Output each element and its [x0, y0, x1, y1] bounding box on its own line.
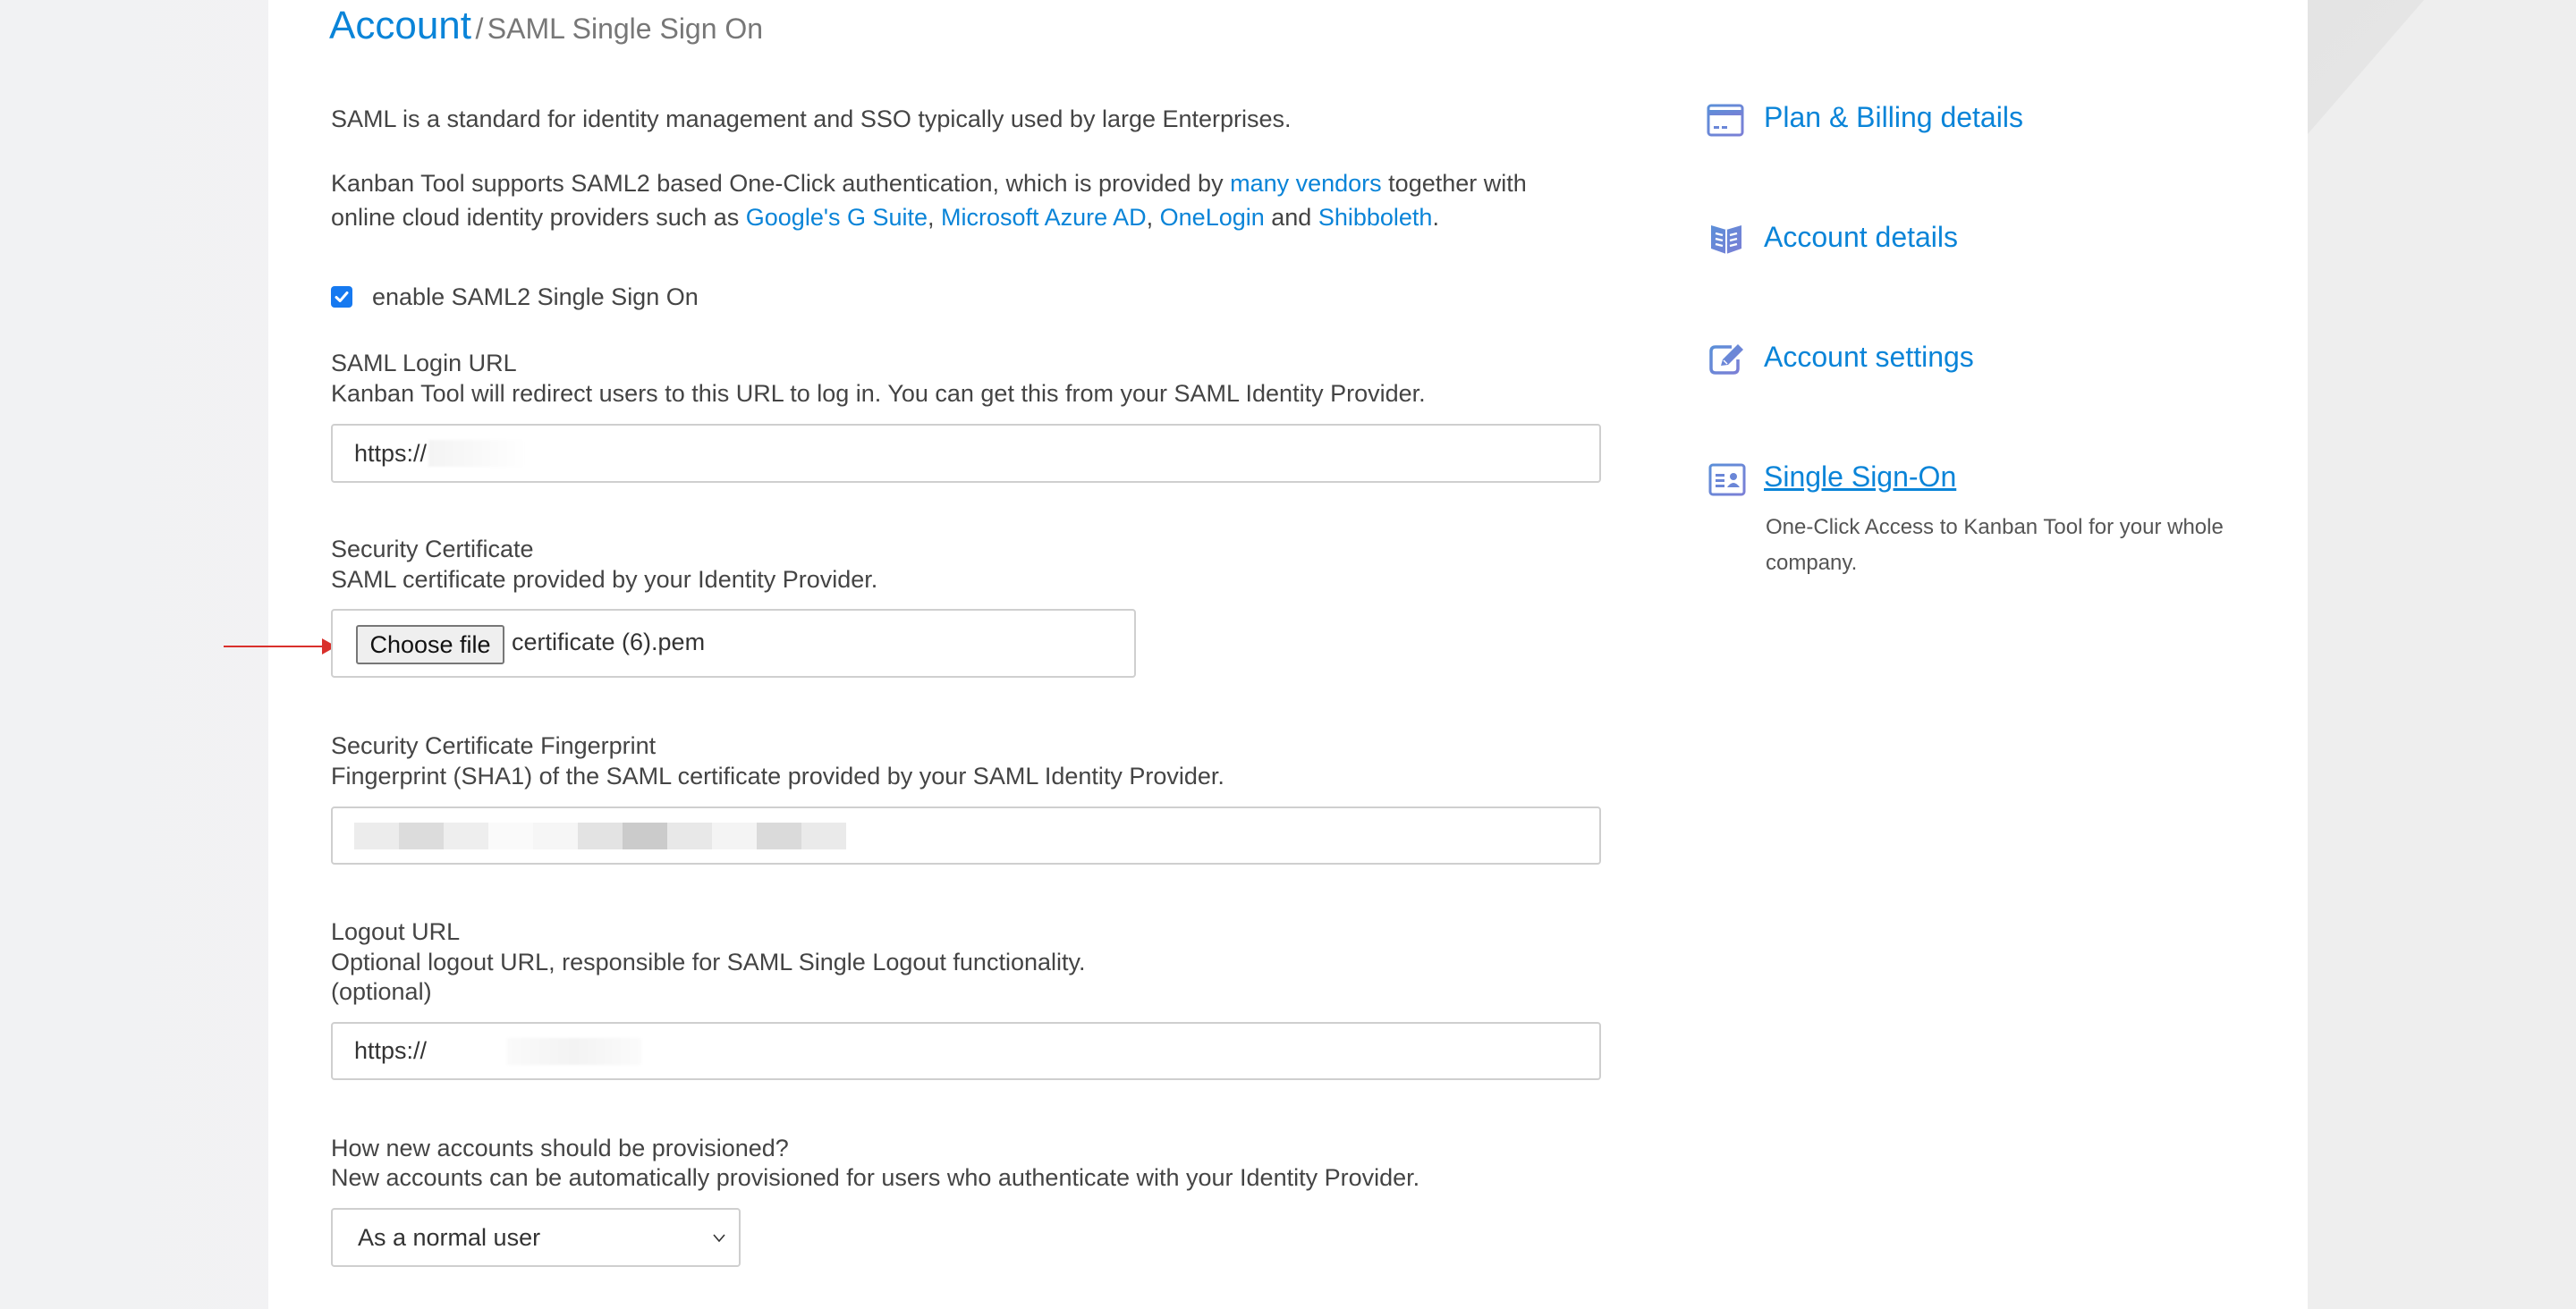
- fingerprint-description: Fingerprint (SHA1) of the SAML certifica…: [331, 763, 1224, 790]
- login-url-value: https://: [354, 439, 428, 467]
- annotation-arrow-icon: [224, 638, 336, 654]
- logout-url-input[interactable]: https://: [331, 1022, 1601, 1080]
- login-url-label: SAML Login URL: [331, 350, 517, 376]
- intro-paragraph-2-line-1: Kanban Tool supports SAML2 based One-Cli…: [331, 166, 1527, 200]
- selected-file-name: certificate (6).pem: [512, 629, 706, 655]
- breadcrumb-account-link[interactable]: Account: [329, 4, 471, 47]
- google-gsuite-link[interactable]: Google's G Suite: [746, 204, 928, 231]
- shibboleth-link[interactable]: Shibboleth: [1318, 204, 1433, 231]
- many-vendors-link[interactable]: many vendors: [1230, 170, 1382, 197]
- redacted-fingerprint: [354, 822, 846, 849]
- provisioning-selected-value: As a normal user: [358, 1223, 541, 1251]
- sidebar-item-single-sign-on[interactable]: Single Sign-On: [1764, 460, 1956, 494]
- provisioning-select[interactable]: As a normal user: [331, 1208, 741, 1267]
- redacted-text: [507, 1037, 642, 1065]
- checkmark-icon: [335, 291, 349, 302]
- sidebar-item-account-details[interactable]: Account details: [1764, 221, 1958, 254]
- logout-url-label: Logout URL: [331, 918, 461, 945]
- login-url-input[interactable]: https://: [331, 424, 1601, 483]
- breadcrumb-separator: /: [475, 13, 484, 45]
- intro-text: .: [1432, 204, 1439, 231]
- credit-card-icon: [1707, 104, 1744, 137]
- intro-paragraph-2-line-2: online cloud identity providers such as …: [331, 200, 1439, 234]
- logout-url-description: Optional logout URL, responsible for SAM…: [331, 949, 1086, 975]
- intro-paragraph-1: SAML is a standard for identity manageme…: [331, 106, 1292, 132]
- logout-url-value: https://: [354, 1037, 428, 1064]
- enable-sso-label: enable SAML2 Single Sign On: [372, 283, 699, 310]
- enable-sso-row: enable SAML2 Single Sign On: [331, 280, 699, 314]
- page-title: SAML Single Sign On: [487, 13, 764, 45]
- open-book-icon: [1711, 225, 1741, 254]
- page-background-right: [2308, 0, 2576, 1309]
- edit-pencil-icon: [1709, 344, 1743, 375]
- fingerprint-input[interactable]: [331, 807, 1601, 865]
- sidebar-item-plan-billing[interactable]: Plan & Billing details: [1764, 101, 2023, 134]
- onelogin-link[interactable]: OneLogin: [1160, 204, 1265, 231]
- breadcrumb: Account / SAML Single Sign On: [329, 4, 763, 48]
- provisioning-description: New accounts can be automatically provis…: [331, 1164, 1420, 1191]
- choose-file-button[interactable]: Choose file: [356, 625, 504, 664]
- fingerprint-label: Security Certificate Fingerprint: [331, 732, 657, 759]
- certificate-description: SAML certificate provided by your Identi…: [331, 566, 878, 593]
- intro-text: online cloud identity providers such as: [331, 204, 746, 231]
- intro-text: ,: [1146, 204, 1160, 231]
- redacted-text: [428, 440, 528, 467]
- certificate-label: Security Certificate: [331, 536, 534, 562]
- enable-sso-checkbox[interactable]: [331, 286, 352, 308]
- login-url-description: Kanban Tool will redirect users to this …: [331, 380, 1426, 407]
- intro-text: ,: [928, 204, 942, 231]
- sidebar-item-single-sign-on-description: One-Click Access to Kanban Tool for your…: [1766, 515, 2224, 575]
- intro-text: together with: [1381, 170, 1527, 197]
- id-card-icon: [1708, 463, 1746, 496]
- chevron-down-icon: [713, 1234, 725, 1243]
- microsoft-azure-ad-link[interactable]: Microsoft Azure AD: [941, 204, 1147, 231]
- certificate-file-input: Choose file certificate (6).pem: [331, 609, 1136, 678]
- intro-text: and: [1264, 204, 1318, 231]
- intro-text: Kanban Tool supports SAML2 based One-Cli…: [331, 170, 1231, 197]
- sidebar-item-account-settings[interactable]: Account settings: [1764, 341, 1974, 374]
- logout-url-optional-note: (optional): [331, 978, 432, 1005]
